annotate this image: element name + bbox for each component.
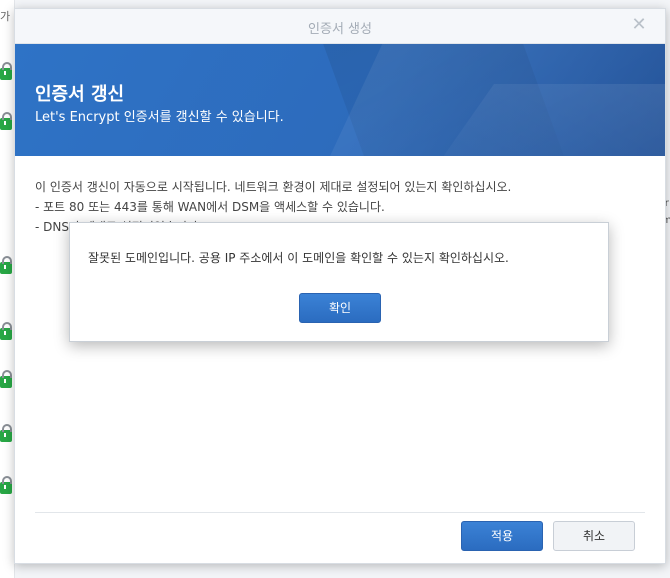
dialog-header-banner: 인증서 갱신 Let's Encrypt 인증서를 갱신할 수 있습니다. bbox=[15, 44, 665, 156]
dialog-titlebar: 인증서 생성 ✕ bbox=[15, 9, 665, 44]
banner-title: 인증서 갱신 bbox=[35, 84, 125, 105]
content-line: 이 인증서 갱신이 자동으로 시작됩니다. 네트워크 환경이 제대로 설정되어 … bbox=[35, 180, 512, 194]
lock-icon bbox=[0, 256, 12, 274]
footer-divider bbox=[35, 512, 645, 513]
dialog-title: 인증서 생성 bbox=[308, 22, 372, 37]
lock-icon bbox=[0, 112, 12, 130]
cancel-button[interactable]: 취소 bbox=[553, 521, 635, 551]
apply-button[interactable]: 적용 bbox=[461, 521, 543, 551]
banner-subtitle: Let's Encrypt 인증서를 갱신할 수 있습니다. bbox=[35, 110, 284, 125]
alert-message: 잘못된 도메인입니다. 공용 IP 주소에서 이 도메인을 확인할 수 있는지 … bbox=[88, 251, 509, 265]
content-line: - 포트 80 또는 443를 통해 WAN에서 DSM을 액세스할 수 있습니… bbox=[35, 200, 385, 214]
ok-button[interactable]: 확인 bbox=[299, 293, 381, 323]
background-list: 가 bbox=[0, 0, 15, 578]
lock-icon bbox=[0, 322, 12, 340]
lock-icon bbox=[0, 476, 12, 494]
close-icon[interactable]: ✕ bbox=[629, 15, 649, 35]
lock-icon bbox=[0, 62, 12, 80]
lock-icon bbox=[0, 424, 12, 442]
background-label: 가 bbox=[0, 10, 11, 23]
error-alert-dialog: 잘못된 도메인입니다. 공용 IP 주소에서 이 도메인을 확인할 수 있는지 … bbox=[69, 222, 609, 342]
lock-icon bbox=[0, 370, 12, 388]
